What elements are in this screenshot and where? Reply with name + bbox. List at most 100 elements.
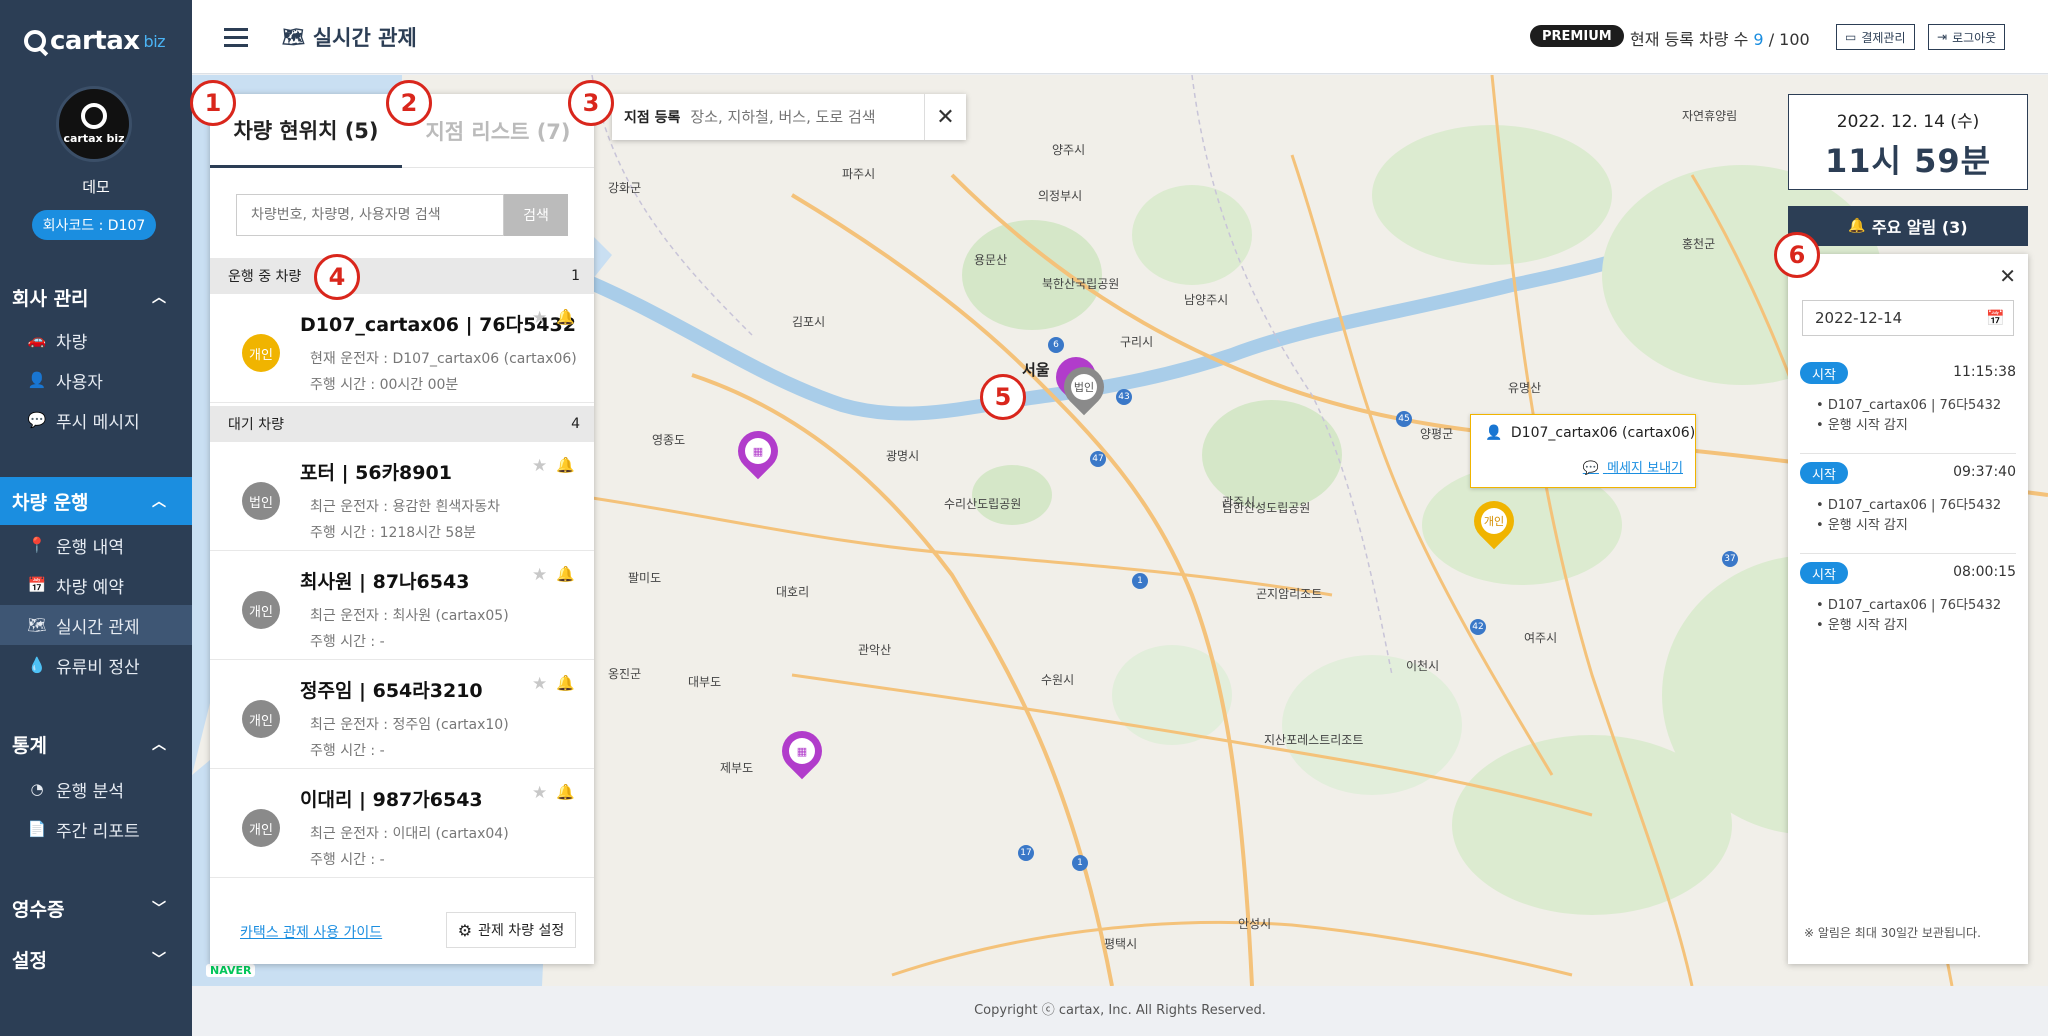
star-icon[interactable]: ★	[532, 308, 547, 328]
star-icon[interactable]: ★	[532, 674, 547, 694]
map-label: 자연휴양림	[1682, 109, 1738, 123]
alert-vehicle: • D107_cartax06 | 76다5432	[1816, 498, 2002, 513]
nav-section-company[interactable]: 회사 관리 ︿	[0, 275, 192, 319]
monitor-vehicle-setting-button[interactable]: ⚙ 관제 차량 설정	[446, 912, 576, 948]
vehicle-list-item[interactable]: 개인 이대리 | 987가6543 최근 운전자 : 이대리 (cartax04…	[210, 769, 594, 878]
alert-panel: ✕ 2022-12-14 📅 시작 11:15:38 • D107_cartax…	[1788, 254, 2028, 964]
map-label: 구리시	[1120, 335, 1154, 349]
route-badge: 47	[1090, 451, 1106, 467]
callout-1: 1	[190, 80, 236, 126]
map-label: 유명산	[1508, 381, 1542, 395]
map-label: 대호리	[776, 585, 810, 599]
place-register-label: 지점 등록	[624, 110, 681, 126]
map-label: 강화군	[608, 181, 642, 195]
close-icon[interactable]: ✕	[1999, 264, 2016, 288]
hamburger-menu-icon[interactable]	[224, 28, 248, 48]
sidebar-item-users[interactable]: 👤 사용자	[0, 360, 192, 400]
callout-5: 5	[980, 374, 1026, 420]
vehicle-driver: 최근 운전자 : 용감한 흰색자동차	[310, 499, 500, 515]
alert-item[interactable]: 시작 11:15:38 • D107_cartax06 | 76다5432 • …	[1800, 354, 2016, 454]
chat-bubble-icon: 💬	[1582, 461, 1599, 476]
nav-section-settings[interactable]: 설정 ﹀	[0, 937, 192, 981]
map-label: 지산포레스트리조트	[1264, 733, 1364, 747]
star-icon[interactable]: ★	[532, 783, 547, 803]
map-label: 김포시	[792, 315, 826, 329]
nav-section-receipt[interactable]: 영수증 ﹀	[0, 886, 192, 930]
vehicle-list-item[interactable]: 개인 정주임 | 654라3210 최근 운전자 : 정주임 (cartax10…	[210, 660, 594, 769]
callout-6: 6	[1774, 232, 1820, 278]
map-label: 용문산	[974, 253, 1008, 267]
tab-vehicle-location[interactable]: 차량 현위치 (5)	[210, 94, 402, 168]
nav-section-stats[interactable]: 통계 ︿	[0, 722, 192, 766]
user-plus-icon: 👤	[27, 371, 47, 389]
map-label-seoul: 서울	[1022, 361, 1050, 379]
logout-icon: ⇥	[1937, 30, 1948, 44]
bell-icon[interactable]: 🔔	[556, 456, 575, 474]
place-marker-purple[interactable]: ▦	[773, 722, 831, 781]
logout-button[interactable]: ⇥ 로그아웃	[1928, 24, 2006, 50]
sidebar-item-driving-history[interactable]: 📍 운행 내역	[0, 525, 192, 565]
vehicle-driver: 최근 운전자 : 정주임 (cartax10)	[310, 717, 509, 733]
map-label: 관악산	[858, 643, 892, 657]
vehicle-name: 이대리 | 987가6543	[300, 789, 483, 811]
sidebar-item-vehicle[interactable]: 🚗 차량	[0, 320, 192, 360]
map-label: 수원시	[1041, 673, 1075, 687]
route-badge: 1	[1132, 573, 1148, 589]
alert-message: • 운행 시작 감지	[1816, 618, 1908, 633]
star-icon[interactable]: ★	[532, 456, 547, 476]
callout-2: 2	[386, 80, 432, 126]
map-label: 팔미도	[628, 571, 662, 585]
vehicle-search-input[interactable]	[236, 194, 504, 236]
billing-button[interactable]: ▭ 결제관리	[1836, 24, 1915, 50]
chat-bubble-icon: 💬	[27, 411, 47, 429]
vehicle-list-item[interactable]: 개인 최사원 | 87나6543 최근 운전자 : 최사원 (cartax05)…	[210, 551, 594, 660]
map-label: 곤지암리조트	[1256, 587, 1323, 601]
company-code-badge: 회사코드 : D107	[32, 210, 156, 240]
vehicle-marker-corporate[interactable]: 법인	[1055, 358, 1113, 417]
vehicle-drive-time: 주행 시간 : -	[310, 852, 385, 868]
sidebar-item-realtime[interactable]: 🗺 실시간 관제	[0, 605, 192, 645]
vehicle-list-item[interactable]: 법인 포터 | 56카8901 최근 운전자 : 용감한 흰색자동차 주행 시간…	[210, 442, 594, 551]
map-label: 광명시	[886, 449, 920, 463]
current-time: 11시 59분	[1824, 142, 1992, 180]
place-marker-purple[interactable]: ▦	[729, 422, 787, 481]
current-date: 2022. 12. 14 (수)	[1836, 112, 1980, 132]
map-label: 파주시	[842, 167, 876, 181]
group-driving-header: 운행 중 차량 1	[210, 258, 594, 294]
nav-section-driving[interactable]: 차량 운행 ︿	[0, 477, 192, 525]
alert-toggle-button[interactable]: 🔔 주요 알림 (3)	[1788, 206, 2028, 246]
alert-item[interactable]: 시작 09:37:40 • D107_cartax06 | 76다5432 • …	[1800, 454, 2016, 554]
alert-vehicle: • D107_cartax06 | 76다5432	[1816, 398, 2002, 413]
vehicle-type-badge: 개인	[242, 809, 280, 847]
drop-icon: 💧	[27, 656, 47, 674]
vehicle-marker-personal[interactable]: 개인	[1465, 492, 1523, 551]
sidebar-item-fuel-settlement[interactable]: 💧 유류비 정산	[0, 645, 192, 685]
send-message-link[interactable]: 💬 메세지 보내기	[1583, 457, 1683, 476]
vehicle-info-popup: 👤 D107_cartax06 (cartax06) 💬 메세지 보내기	[1470, 414, 1696, 488]
vehicle-list-item[interactable]: 개인 D107_cartax06 | 76다5432 현재 운전자 : D107…	[210, 294, 594, 403]
current-datetime: 2022. 12. 14 (수) 11시 59분	[1788, 94, 2028, 190]
vehicle-search-button[interactable]: 검색	[504, 194, 568, 236]
close-icon[interactable]: ✕	[924, 94, 966, 140]
sidebar-item-reservation[interactable]: 📅 차량 예약	[0, 565, 192, 605]
bell-icon[interactable]: 🔔	[556, 674, 575, 692]
cartax-logo[interactable]: cartax biz	[24, 26, 166, 56]
sidebar-item-push-message[interactable]: 💬 푸시 메시지	[0, 400, 192, 440]
place-search-input[interactable]	[690, 108, 931, 126]
vehicle-search: 검색	[236, 194, 568, 236]
bell-icon[interactable]: 🔔	[556, 308, 575, 326]
route-badge: 1	[1072, 855, 1088, 871]
alert-item[interactable]: 시작 08:00:15 • D107_cartax06 | 76다5432 • …	[1800, 554, 2016, 654]
bell-icon[interactable]: 🔔	[556, 783, 575, 801]
star-icon[interactable]: ★	[532, 565, 547, 585]
sidebar-item-driving-analysis[interactable]: ◔ 운행 분석	[0, 769, 192, 809]
usage-guide-link[interactable]: 카택스 관제 사용 가이드	[240, 922, 382, 942]
vehicle-drive-time: 주행 시간 : -	[310, 743, 385, 759]
document-icon: 📄	[27, 820, 47, 838]
map-label: 홍천군	[1682, 237, 1716, 251]
bell-icon[interactable]: 🔔	[556, 565, 575, 583]
sidebar-item-weekly-report[interactable]: 📄 주간 리포트	[0, 809, 192, 849]
route-badge: 6	[1048, 337, 1064, 353]
alert-date-picker[interactable]: 2022-12-14 📅	[1802, 300, 2014, 336]
bell-icon: 🔔	[1848, 218, 1866, 234]
